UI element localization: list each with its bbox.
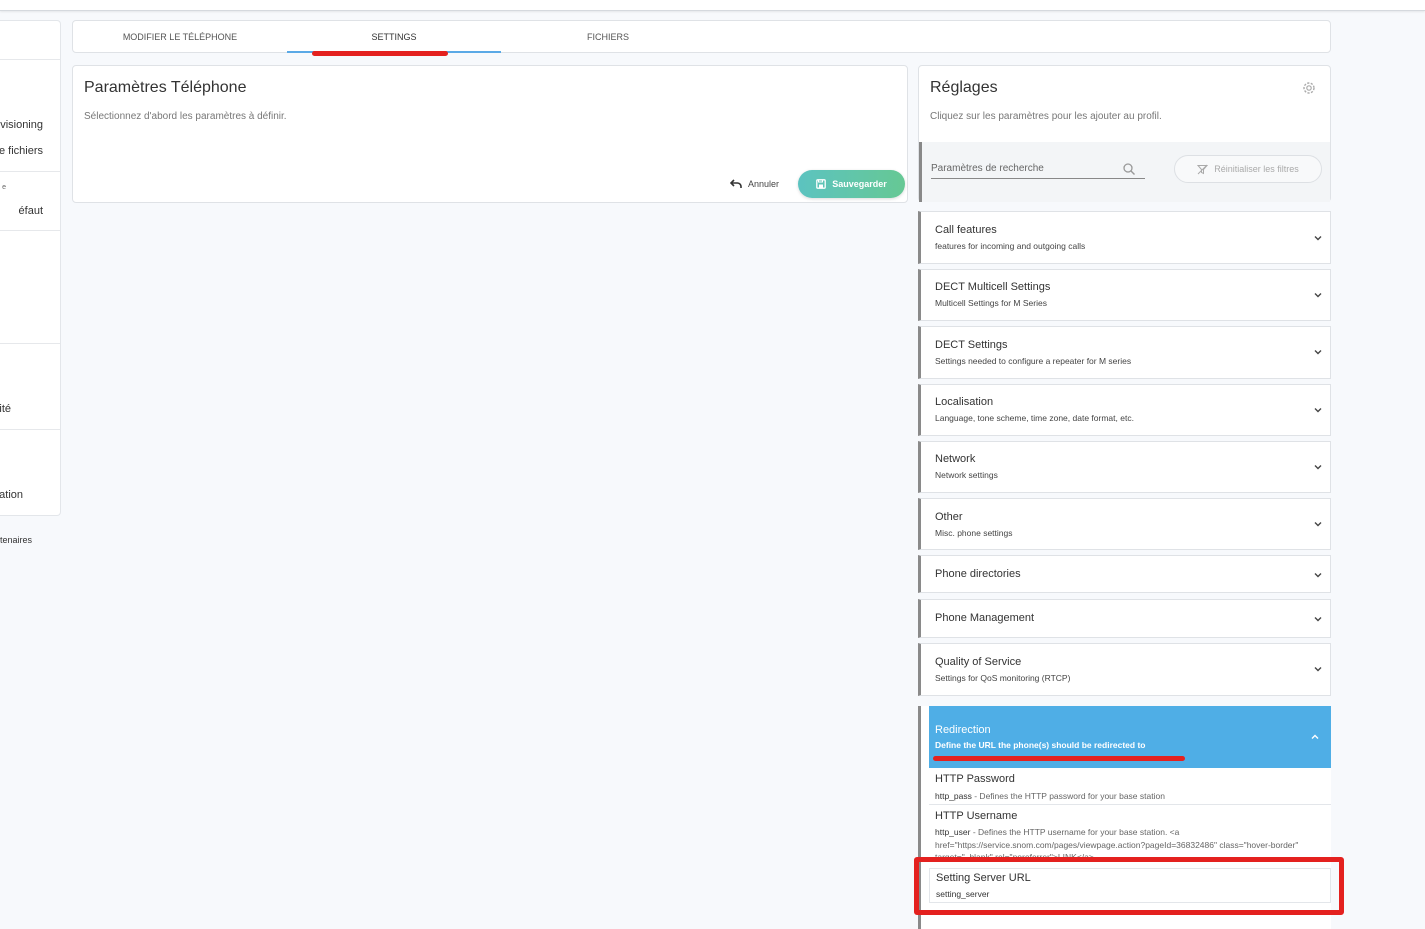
category-title: Localisation: [935, 396, 994, 408]
save-label: Sauvegarder: [832, 179, 887, 189]
settings-panel: Réglages Cliquez sur les paramètres pour…: [918, 65, 1331, 202]
filter-off-icon: [1197, 164, 1209, 174]
setting-key: http_user: [935, 827, 971, 837]
category-title: DECT Multicell Settings: [935, 281, 1051, 293]
category-subtitle: Language, tone scheme, time zone, date f…: [935, 413, 1134, 423]
search-icon: [1123, 163, 1135, 175]
category-call-features[interactable]: Call features features for incoming and …: [918, 211, 1331, 264]
setting-desc-text: - Defines the HTTP password for your bas…: [971, 791, 1165, 801]
tab-bar: MODIFIER LE TÉLÉPHONE SETTINGS FICHIERS: [72, 20, 1331, 53]
redirection-subtitle: Define the URL the phone(s) should be re…: [935, 740, 1146, 750]
search-bar: Réinitialiser les filtres: [919, 142, 1330, 202]
category-subtitle: Multicell Settings for M Series: [935, 298, 1047, 308]
sidebar-item-fichiers[interactable]: e fichiers: [0, 145, 43, 157]
sidebar-section-label: e: [2, 184, 6, 191]
sidebar-item-defaut[interactable]: éfaut: [19, 205, 43, 217]
chevron-down-icon: [1314, 667, 1322, 672]
category-quality-of-service[interactable]: Quality of Service Settings for QoS moni…: [918, 643, 1331, 696]
annotation-underline-tab: [312, 51, 448, 56]
redirection-title: Redirection: [935, 724, 991, 736]
reset-filters-button[interactable]: Réinitialiser les filtres: [1174, 155, 1322, 183]
annotation-underline-redirection: [933, 756, 1185, 761]
phone-params-subtitle: Sélectionnez d'abord les paramètres à dé…: [84, 111, 287, 122]
category-dect-multicell[interactable]: DECT Multicell Settings Multicell Settin…: [918, 269, 1331, 321]
sidebar-divider: [0, 230, 60, 231]
setting-key: http_pass: [935, 791, 972, 801]
phone-params-card: Paramètres Téléphone Sélectionnez d'abor…: [72, 65, 908, 203]
reset-filters-label: Réinitialiser les filtres: [1214, 164, 1299, 174]
category-subtitle: Network settings: [935, 470, 998, 480]
settings-panel-subtitle: Cliquez sur les paramètres pour les ajou…: [930, 111, 1162, 122]
setting-http-password[interactable]: HTTP Password http_pass - Defines the HT…: [929, 769, 1331, 805]
category-network[interactable]: Network Network settings: [918, 441, 1331, 493]
setting-description: http_user - Defines the HTTP username fo…: [935, 826, 1325, 860]
save-button[interactable]: Sauvegarder: [798, 170, 905, 198]
undo-icon: [730, 179, 742, 188]
sidebar-item-ation[interactable]: ation: [0, 489, 23, 501]
tab-modifier-telephone[interactable]: MODIFIER LE TÉLÉPHONE: [73, 21, 287, 53]
chevron-down-icon: [1314, 522, 1322, 527]
sidebar-divider: [0, 59, 60, 60]
sidebar-divider: [0, 429, 60, 430]
search-input[interactable]: [931, 159, 1145, 179]
chevron-down-icon: [1314, 617, 1322, 622]
tab-settings[interactable]: SETTINGS: [287, 21, 501, 53]
category-subtitle: Settings needed to configure a repeater …: [935, 356, 1132, 366]
sidebar-item-ite[interactable]: ité: [0, 403, 11, 415]
sidebar-divider: [0, 171, 60, 172]
setting-desc-text: - Defines the HTTP username for your bas…: [935, 827, 1299, 860]
setting-description: http_pass - Defines the HTTP password fo…: [935, 790, 1325, 803]
chevron-down-icon: [1314, 465, 1322, 470]
phone-params-title: Paramètres Téléphone: [84, 79, 247, 96]
category-title: Phone Management: [935, 612, 1035, 624]
gear-icon[interactable]: [1301, 80, 1317, 96]
category-localisation[interactable]: Localisation Language, tone scheme, time…: [918, 384, 1331, 436]
chevron-up-icon: [1311, 734, 1319, 739]
category-title: Call features: [935, 224, 997, 236]
setting-http-username[interactable]: HTTP Username http_user - Defines the HT…: [929, 806, 1331, 860]
category-title: Network: [935, 453, 976, 465]
category-subtitle: Settings for QoS monitoring (RTCP): [935, 673, 1071, 683]
cancel-label: Annuler: [748, 179, 780, 189]
chevron-down-icon: [1314, 236, 1322, 241]
cancel-button[interactable]: Annuler: [730, 177, 779, 191]
category-title: DECT Settings: [935, 339, 1008, 351]
chevron-down-icon: [1314, 293, 1322, 298]
category-other[interactable]: Other Misc. phone settings: [918, 498, 1331, 550]
setting-title: HTTP Password: [935, 773, 1015, 785]
category-title: Other: [935, 511, 963, 523]
category-phone-management[interactable]: Phone Management: [918, 599, 1331, 638]
sidebar-item-provisioning[interactable]: visioning: [0, 119, 43, 131]
tab-fichiers[interactable]: FICHIERS: [501, 21, 715, 53]
annotation-box-setting-server: [914, 857, 1344, 915]
category-title: Phone directories: [935, 568, 1021, 580]
category-dect-settings[interactable]: DECT Settings Settings needed to configu…: [918, 326, 1331, 379]
top-bar: [0, 0, 1425, 11]
category-phone-directories[interactable]: Phone directories: [918, 555, 1331, 593]
chevron-down-icon: [1314, 408, 1322, 413]
category-title: Quality of Service: [935, 656, 1022, 668]
settings-panel-title: Réglages: [930, 79, 998, 96]
sidebar-divider: [0, 343, 60, 344]
chevron-down-icon: [1314, 573, 1322, 578]
sidebar: visioning e fichiers e éfaut ité ation: [0, 20, 61, 516]
save-icon: [816, 179, 827, 189]
category-subtitle: features for incoming and outgoing calls: [935, 241, 1086, 251]
setting-title: HTTP Username: [935, 810, 1018, 822]
chevron-down-icon: [1314, 350, 1322, 355]
category-subtitle: Misc. phone settings: [935, 528, 1013, 538]
sidebar-footer-link[interactable]: tenaires: [0, 535, 32, 545]
